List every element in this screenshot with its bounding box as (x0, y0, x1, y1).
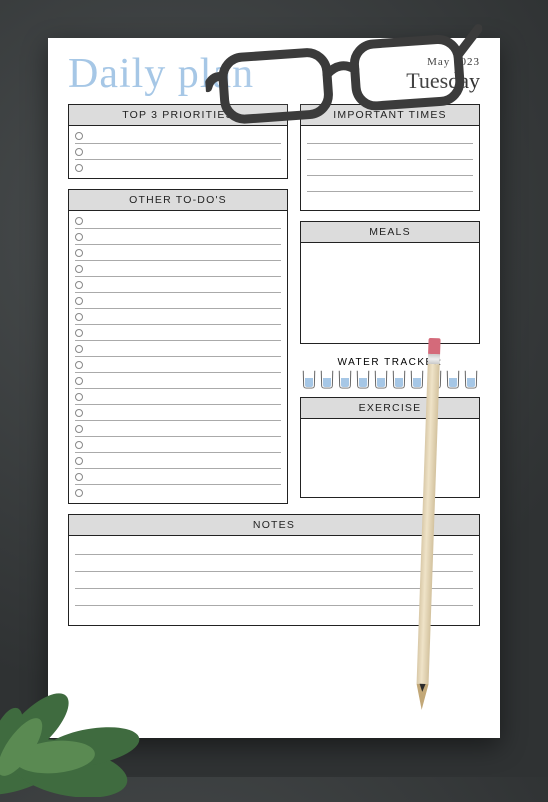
bullet-circle-icon (75, 148, 83, 156)
priorities-header: TOP 3 PRIORITIES (69, 105, 287, 126)
writeable-line[interactable] (307, 176, 473, 192)
water-glass-icon[interactable] (428, 371, 442, 389)
todos-box: OTHER TO-DO'S (68, 189, 288, 504)
bullet-circle-icon (75, 425, 83, 433)
exercise-box: EXERCISE (300, 397, 480, 498)
left-column: TOP 3 PRIORITIES OTHER TO-DO'S (68, 104, 288, 514)
bullet-circle-icon (75, 329, 83, 337)
writeable-line[interactable] (75, 160, 281, 176)
writeable-line[interactable] (75, 357, 281, 373)
writeable-line[interactable] (75, 229, 281, 245)
water-header: WATER TRACKER (300, 357, 480, 368)
water-glass-icon[interactable] (320, 371, 334, 389)
writeable-line[interactable] (75, 373, 281, 389)
important-lines[interactable] (301, 126, 479, 210)
writeable-line[interactable] (75, 405, 281, 421)
todos-header: OTHER TO-DO'S (69, 190, 287, 211)
notes-header: NOTES (69, 515, 479, 536)
water-glass-icon[interactable] (392, 371, 406, 389)
meals-header: MEALS (301, 222, 479, 243)
water-glass-icon[interactable] (464, 371, 478, 389)
water-glass-icon[interactable] (446, 371, 460, 389)
writeable-line[interactable] (75, 555, 473, 572)
right-column: IMPORTANT TIMES MEALS WATER TRACKER EXER… (300, 104, 480, 514)
priorities-box: TOP 3 PRIORITIES (68, 104, 288, 179)
writeable-line[interactable] (307, 128, 473, 144)
writeable-line[interactable] (75, 606, 473, 623)
writeable-line[interactable] (75, 389, 281, 405)
exercise-body[interactable] (301, 419, 479, 497)
notes-box: NOTES (68, 514, 480, 626)
bullet-circle-icon (75, 217, 83, 225)
exercise-header: EXERCISE (301, 398, 479, 419)
writeable-line[interactable] (75, 437, 281, 453)
bullet-circle-icon (75, 473, 83, 481)
writeable-line[interactable] (307, 144, 473, 160)
writeable-line[interactable] (75, 341, 281, 357)
bullet-circle-icon (75, 377, 83, 385)
writeable-line[interactable] (75, 293, 281, 309)
writeable-line[interactable] (75, 277, 281, 293)
planner-page: Daily plan May 2023 Tuesday TOP 3 PRIORI… (48, 38, 500, 738)
date-month-year: May 2023 (406, 56, 480, 68)
bullet-circle-icon (75, 361, 83, 369)
notes-lines[interactable] (69, 536, 479, 625)
water-glass-icon[interactable] (356, 371, 370, 389)
writeable-line[interactable] (75, 144, 281, 160)
important-header: IMPORTANT TIMES (301, 105, 479, 126)
bullet-circle-icon (75, 265, 83, 273)
bullet-circle-icon (75, 132, 83, 140)
todos-lines[interactable] (69, 211, 287, 503)
writeable-line[interactable] (75, 325, 281, 341)
date-weekday: Tuesday (406, 68, 480, 94)
writeable-line[interactable] (75, 485, 281, 501)
bullet-circle-icon (75, 233, 83, 241)
writeable-line[interactable] (75, 589, 473, 606)
bullet-circle-icon (75, 281, 83, 289)
bullet-circle-icon (75, 441, 83, 449)
writeable-line[interactable] (75, 421, 281, 437)
writeable-line[interactable] (75, 213, 281, 229)
meals-box: MEALS (300, 221, 480, 344)
writeable-line[interactable] (75, 572, 473, 589)
writeable-line[interactable] (75, 538, 473, 555)
bullet-circle-icon (75, 164, 83, 172)
water-section: WATER TRACKER (300, 354, 480, 397)
writeable-line[interactable] (307, 192, 473, 208)
writeable-line[interactable] (75, 453, 281, 469)
bullet-circle-icon (75, 489, 83, 497)
meals-body[interactable] (301, 243, 479, 343)
bullet-circle-icon (75, 313, 83, 321)
priorities-lines[interactable] (69, 126, 287, 178)
water-glass-icon[interactable] (374, 371, 388, 389)
water-glass-icon[interactable] (338, 371, 352, 389)
writeable-line[interactable] (75, 261, 281, 277)
important-box: IMPORTANT TIMES (300, 104, 480, 211)
date-block: May 2023 Tuesday (406, 56, 480, 94)
writeable-line[interactable] (75, 245, 281, 261)
bullet-circle-icon (75, 393, 83, 401)
writeable-line[interactable] (307, 160, 473, 176)
bullet-circle-icon (75, 409, 83, 417)
writeable-line[interactable] (75, 128, 281, 144)
bullet-circle-icon (75, 457, 83, 465)
bullet-circle-icon (75, 249, 83, 257)
writeable-line[interactable] (75, 309, 281, 325)
water-glass-icon[interactable] (302, 371, 316, 389)
page-title: Daily plan (68, 56, 254, 94)
water-glass-icon[interactable] (410, 371, 424, 389)
page-header: Daily plan May 2023 Tuesday (68, 56, 480, 94)
writeable-line[interactable] (75, 469, 281, 485)
bullet-circle-icon (75, 345, 83, 353)
water-glasses-row[interactable] (300, 371, 480, 397)
content-grid: TOP 3 PRIORITIES OTHER TO-DO'S IMPORTANT… (68, 104, 480, 514)
bullet-circle-icon (75, 297, 83, 305)
